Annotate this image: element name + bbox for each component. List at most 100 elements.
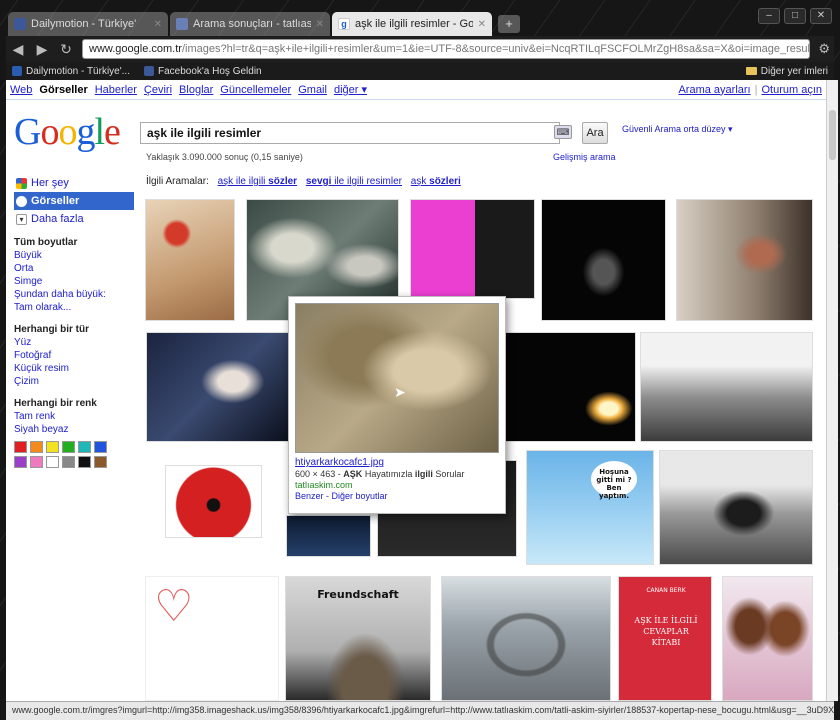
page-scrollbar[interactable]: [826, 80, 838, 701]
close-icon[interactable]: ✕: [478, 19, 486, 30]
minimize-icon[interactable]: –: [758, 8, 780, 24]
color-swatch[interactable]: [46, 456, 59, 468]
safesearch-dropdown[interactable]: Güvenli Arama orta düzey ▾: [622, 124, 733, 135]
type-lineart[interactable]: Çizim: [14, 376, 134, 389]
image-result[interactable]: [676, 199, 813, 321]
gbar-link-updates[interactable]: Güncellemeler: [220, 84, 291, 96]
bookmark-dailymotion[interactable]: Dailymotion - Türkiye'...: [12, 66, 130, 77]
bookmark-label: Facebook'a Hoş Geldin: [157, 65, 262, 77]
image-result[interactable]: [165, 465, 262, 538]
size-medium[interactable]: Orta: [14, 263, 134, 276]
image-result[interactable]: [441, 576, 611, 701]
image-result[interactable]: [640, 332, 813, 442]
advanced-search-link[interactable]: Gelişmiş arama: [553, 152, 616, 162]
size-large[interactable]: Büyük: [14, 250, 134, 263]
color-full[interactable]: Tam renk: [14, 411, 134, 424]
forward-icon[interactable]: ▶: [34, 41, 50, 58]
image-result[interactable]: Freundschaft: [285, 576, 431, 701]
maximize-icon[interactable]: □: [784, 8, 806, 24]
image-result[interactable]: [541, 199, 666, 321]
nav-item-images[interactable]: Görseller: [14, 192, 134, 210]
nav-item-everything[interactable]: Her şey: [14, 174, 134, 192]
size-exactly[interactable]: Tam olarak...: [14, 302, 134, 315]
search-input[interactable]: aşk ile ilgili resimler: [140, 122, 560, 144]
type-clipart[interactable]: Küçük resim: [14, 363, 134, 376]
color-swatch[interactable]: [78, 441, 91, 453]
image-result[interactable]: [286, 515, 371, 557]
preview-meta: 600 × 463 - AŞK Hayatımızla ilgili Sorul…: [295, 469, 499, 479]
logo-letter: o: [40, 111, 59, 153]
image-result[interactable]: [722, 576, 813, 701]
preview-image[interactable]: ➤: [295, 303, 499, 453]
sign-in-link[interactable]: Oturum açın: [761, 84, 822, 96]
image-result[interactable]: [503, 332, 636, 442]
type-face[interactable]: Yüz: [14, 337, 134, 350]
preview-filename-link[interactable]: htiyarkarkocafc1.jpg: [295, 457, 499, 468]
gbar-link-gmail[interactable]: Gmail: [298, 84, 327, 96]
reload-icon[interactable]: ↻: [58, 41, 74, 58]
scrollbar-thumb[interactable]: [829, 110, 836, 160]
related-searches: İlgili Aramalar: aşk ile ilgili sözler s…: [146, 176, 461, 187]
keyboard-icon[interactable]: ⌨: [554, 125, 572, 139]
related-link[interactable]: sevgi ile ilgili resimler: [306, 176, 402, 187]
related-link[interactable]: aşk sözleri: [411, 176, 461, 187]
image-hover-preview[interactable]: ➤ htiyarkarkocafc1.jpg 600 × 463 - AŞK H…: [288, 296, 506, 514]
address-bar[interactable]: www.google.com.tr /images?hl=tr&q=aşk+il…: [82, 39, 811, 59]
color-filter-header: Herhangi bir renk: [14, 398, 97, 409]
gbar-link-blogs[interactable]: Bloglar: [179, 84, 213, 96]
window-controls: – □ ✕: [758, 8, 832, 24]
search-settings-link[interactable]: Arama ayarları: [678, 84, 750, 96]
image-result[interactable]: [145, 199, 235, 321]
gbar-link-news[interactable]: Haberler: [95, 84, 137, 96]
nav-item-label: Her şey: [31, 177, 69, 189]
tab-search-results[interactable]: Arama sonuçları - tatlıaskim ✕: [170, 12, 330, 36]
close-icon[interactable]: ✕: [154, 19, 162, 30]
chevron-down-icon: ▾: [16, 213, 27, 225]
search-button[interactable]: Ara: [582, 122, 608, 144]
google-images-page: Web Görseller Haberler Çeviri Bloglar Gü…: [6, 80, 826, 701]
color-swatch[interactable]: [14, 456, 27, 468]
color-swatch[interactable]: [62, 441, 75, 453]
heart-icon: ♡: [154, 582, 194, 631]
color-swatch[interactable]: [30, 441, 43, 453]
tab-strip: Dailymotion - Türkiye' ✕ Arama sonuçları…: [8, 10, 520, 36]
color-swatch[interactable]: [62, 456, 75, 468]
size-icon[interactable]: Simge: [14, 276, 134, 289]
size-larger-than[interactable]: Şundan daha büyük:: [14, 289, 134, 302]
back-icon[interactable]: ◀: [10, 41, 26, 58]
gbar-link-translate[interactable]: Çeviri: [144, 84, 172, 96]
image-result[interactable]: Hoşuna gitti mi ? Ben yaptım.: [526, 450, 654, 565]
other-bookmarks[interactable]: Diğer yer imleri: [745, 66, 828, 77]
related-link[interactable]: aşk ile ilgili sözler: [218, 176, 297, 187]
image-result[interactable]: [659, 450, 813, 565]
tab-dailymotion[interactable]: Dailymotion - Türkiye' ✕: [8, 12, 168, 36]
gbar-link-web[interactable]: Web: [10, 84, 32, 96]
new-tab-button[interactable]: +: [498, 15, 520, 33]
color-swatch[interactable]: [30, 456, 43, 468]
color-swatch[interactable]: [94, 456, 107, 468]
color-swatch[interactable]: [94, 441, 107, 453]
related-bold: sözler: [268, 176, 298, 187]
gbar-link-more[interactable]: diğer ▾: [334, 83, 367, 96]
logo-letter: e: [104, 111, 121, 153]
image-result[interactable]: CANAN BERK AŞK İLE İLGİLİ CEVAPLAR KİTAB…: [618, 576, 712, 701]
freundschaft-text: Freundschaft: [317, 588, 399, 601]
everything-icon: [16, 177, 27, 189]
color-swatch[interactable]: [14, 441, 27, 453]
wrench-icon[interactable]: ⚙: [818, 41, 830, 57]
bookmark-facebook[interactable]: Facebook'a Hoş Geldin: [143, 65, 262, 77]
tab-google-images[interactable]: g aşk ile ilgili resimler - Google Görse…: [332, 12, 492, 36]
close-icon[interactable]: ✕: [316, 19, 324, 30]
related-text: aşk ile ilgili: [217, 176, 269, 187]
image-result[interactable]: [410, 199, 535, 299]
google-logo[interactable]: Google: [14, 110, 121, 154]
type-photo[interactable]: Fotoğraf: [14, 350, 134, 363]
color-bw[interactable]: Siyah beyaz: [14, 424, 134, 437]
nav-item-more[interactable]: ▾ Daha fazla: [14, 210, 134, 228]
color-swatch[interactable]: [46, 441, 59, 453]
image-result[interactable]: [146, 332, 291, 442]
image-result[interactable]: ♡: [145, 576, 279, 701]
color-swatch[interactable]: [78, 456, 91, 468]
close-window-icon[interactable]: ✕: [810, 8, 832, 24]
preview-similar-link[interactable]: Benzer - Diğer boyutlar: [295, 491, 388, 501]
